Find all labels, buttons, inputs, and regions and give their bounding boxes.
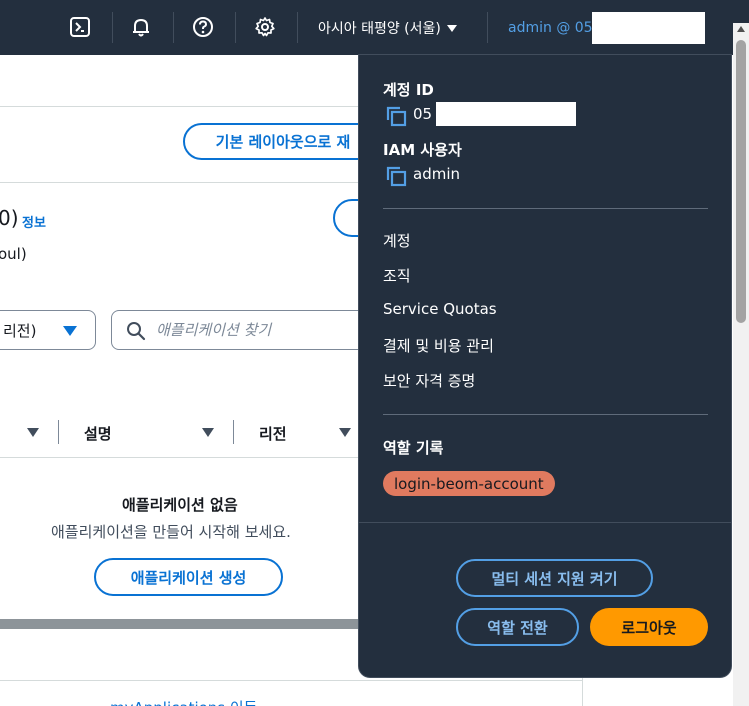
nav-separator bbox=[112, 12, 113, 43]
iam-user-label: IAM 사용자 bbox=[383, 141, 462, 159]
sort-caret-icon[interactable] bbox=[339, 428, 351, 437]
region-subtitle: oul) bbox=[0, 245, 27, 263]
horizontal-scrollbar[interactable] bbox=[0, 619, 358, 629]
cloudshell-button[interactable] bbox=[63, 10, 97, 44]
search-input[interactable] bbox=[156, 319, 356, 341]
nav-separator bbox=[235, 12, 236, 43]
menu-item-organizations[interactable]: 조직 bbox=[383, 265, 411, 286]
search-icon bbox=[127, 322, 146, 341]
info-link[interactable]: 정보 bbox=[22, 212, 46, 231]
notifications-button[interactable] bbox=[124, 10, 158, 44]
logout-label: 로그아웃 bbox=[621, 618, 677, 637]
application-search[interactable] bbox=[111, 310, 371, 350]
default-layout-button[interactable]: 기본 레이아웃으로 재 bbox=[183, 123, 383, 160]
create-application-label: 애플리케이션 생성 bbox=[130, 568, 247, 587]
column-header-region: 리전 bbox=[259, 425, 287, 443]
menu-item-service-quotas[interactable]: Service Quotas bbox=[383, 300, 497, 318]
copy-icon[interactable] bbox=[386, 106, 408, 128]
account-label: admin @ 05 bbox=[508, 20, 593, 36]
switch-role-button[interactable]: 역할 전환 bbox=[456, 608, 579, 646]
divider bbox=[0, 680, 582, 681]
scrollbar-thumb[interactable] bbox=[736, 40, 746, 323]
account-menu-button[interactable]: admin @ 05 bbox=[508, 16, 593, 40]
region-filter-value: 리전) bbox=[3, 321, 37, 340]
panel-divider bbox=[383, 208, 708, 209]
myapplications-link[interactable]: myApplications 이동 bbox=[110, 697, 257, 706]
region-selector[interactable]: 아시아 태평양 (서울) bbox=[318, 16, 457, 40]
column-header-description: 설명 bbox=[84, 425, 112, 443]
caret-down-icon bbox=[63, 326, 77, 336]
logout-button[interactable]: 로그아웃 bbox=[590, 608, 708, 646]
redacted-account-id bbox=[592, 12, 705, 44]
menu-item-account[interactable]: 계정 bbox=[383, 230, 411, 251]
cloudshell-icon bbox=[70, 17, 90, 37]
nav-separator bbox=[173, 12, 174, 43]
settings-button[interactable] bbox=[248, 10, 282, 44]
role-name: login-beom-account bbox=[394, 474, 544, 493]
divider bbox=[0, 182, 358, 183]
table-header-divider bbox=[0, 457, 358, 458]
sort-caret-icon[interactable] bbox=[27, 428, 39, 437]
account-id-label: 계정 ID bbox=[383, 81, 434, 99]
column-divider bbox=[58, 420, 59, 444]
sort-caret-icon[interactable] bbox=[202, 428, 214, 437]
scroll-up-arrow-icon[interactable] bbox=[737, 26, 745, 32]
bell-icon bbox=[133, 19, 149, 37]
nav-separator bbox=[297, 12, 298, 43]
menu-item-security-credentials[interactable]: 보안 자격 증명 bbox=[383, 370, 475, 391]
multi-session-label: 멀티 세션 지원 켜기 bbox=[491, 569, 618, 588]
app-count: 0) bbox=[0, 206, 19, 230]
empty-state-description: 애플리케이션을 만들어 시작해 보세요. bbox=[51, 523, 291, 541]
account-id-value: 05 bbox=[413, 105, 433, 123]
caret-down-icon bbox=[446, 24, 457, 32]
region-filter-select[interactable]: 리전) bbox=[0, 310, 96, 350]
create-application-button[interactable]: 애플리케이션 생성 bbox=[94, 558, 283, 596]
copy-icon[interactable] bbox=[386, 166, 408, 188]
switch-role-label: 역할 전환 bbox=[487, 618, 548, 637]
gear-icon bbox=[255, 17, 275, 37]
column-divider bbox=[233, 420, 234, 444]
help-icon bbox=[193, 17, 213, 37]
role-history-label: 역할 기록 bbox=[383, 439, 444, 457]
nav-separator bbox=[487, 12, 488, 43]
panel-edge-divider bbox=[582, 678, 583, 706]
menu-item-billing[interactable]: 결제 및 비용 관리 bbox=[383, 335, 494, 356]
help-button[interactable] bbox=[186, 10, 220, 44]
region-label: 아시아 태평양 (서울) bbox=[318, 21, 441, 37]
divider bbox=[0, 106, 358, 107]
panel-divider bbox=[383, 414, 708, 415]
empty-state-title: 애플리케이션 없음 bbox=[122, 496, 238, 514]
iam-user-value: admin bbox=[413, 165, 460, 183]
redacted-account-id bbox=[436, 102, 576, 126]
multi-session-button[interactable]: 멀티 세션 지원 켜기 bbox=[456, 559, 653, 597]
panel-divider bbox=[359, 522, 731, 523]
default-layout-button-label: 기본 레이아웃으로 재 bbox=[215, 133, 351, 151]
role-history-item[interactable]: login-beom-account bbox=[383, 471, 555, 496]
